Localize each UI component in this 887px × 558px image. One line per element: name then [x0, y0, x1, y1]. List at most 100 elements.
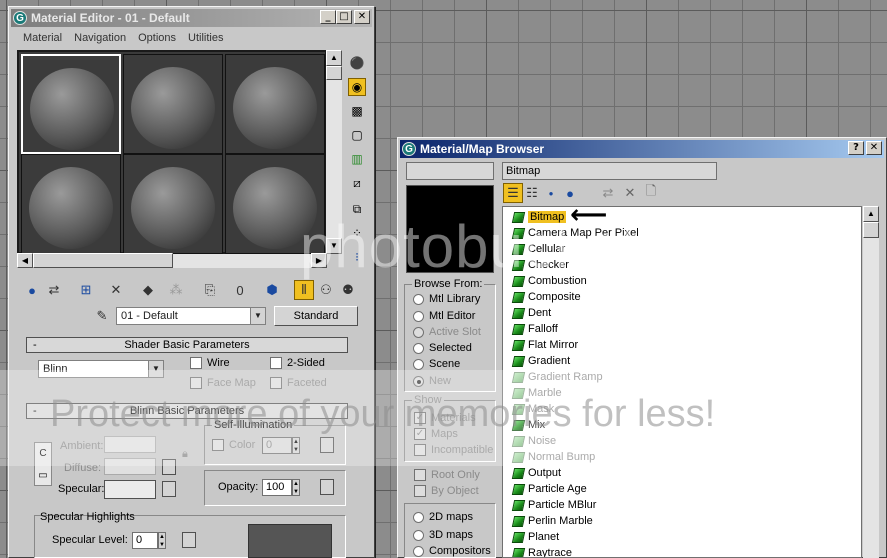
specular-color-swatch[interactable] [104, 480, 156, 499]
put-to-library-icon[interactable]: ⎘ [200, 280, 220, 300]
map-list-item[interactable]: Dent [511, 305, 551, 321]
browse-mtl-library-radio[interactable]: Mtl Library [413, 293, 480, 305]
close-button[interactable]: ✕ [866, 141, 882, 155]
select-by-material-icon[interactable]: ⁘ [348, 224, 366, 242]
map-list-item[interactable]: Particle Age [511, 481, 587, 497]
help-button[interactable]: ? [848, 141, 864, 155]
map-list-item[interactable]: Particle MBlur [511, 497, 596, 513]
map-list-item[interactable]: Planet [511, 529, 559, 545]
map-list-item[interactable]: Composite [511, 289, 581, 305]
browser-name-field[interactable]: Bitmap [502, 162, 717, 180]
map-list-item[interactable]: Marble [511, 385, 562, 401]
view-small-icons-icon[interactable]: ● [541, 183, 561, 203]
close-button[interactable]: ✕ [354, 10, 370, 24]
scroll-thumb[interactable] [326, 66, 342, 80]
two-sided-checkbox[interactable]: 2-Sided [270, 357, 325, 369]
ambient-color-swatch[interactable] [104, 436, 156, 453]
show-maps-checkbox[interactable]: Maps [414, 428, 458, 440]
slots-horizontal-scrollbar[interactable]: ◀ ▶ [17, 253, 327, 268]
map-list-item[interactable]: Falloff [511, 321, 558, 337]
clear-library-icon[interactable]: 🗋︎ [641, 183, 661, 203]
sample-slot[interactable] [225, 54, 325, 154]
menu-utilities[interactable]: Utilities [188, 32, 223, 44]
specular-level-spinner[interactable]: ▲ ▼ [158, 532, 166, 549]
sample-type-icon[interactable]: ⚫ [348, 54, 366, 72]
color-lock-bracket[interactable]: C ▭ [34, 442, 52, 486]
reset-map-icon[interactable]: ✕ [106, 280, 126, 300]
map-list-item[interactable]: Normal Bump [511, 449, 595, 465]
sample-slot[interactable] [21, 54, 121, 154]
map-list-item[interactable]: Gradient Ramp [511, 369, 603, 385]
specular-level-field[interactable]: 0 [132, 532, 158, 549]
browse-scene-radio[interactable]: Scene [413, 358, 460, 370]
opacity-map-button[interactable] [320, 479, 334, 495]
browse-active-slot-radio[interactable]: Active Slot [413, 326, 481, 338]
get-material-icon[interactable]: ● [22, 280, 42, 300]
scroll-left-arrow[interactable]: ◀ [17, 253, 33, 268]
menu-options[interactable]: Options [138, 32, 176, 44]
minimize-button[interactable]: _ [320, 10, 336, 24]
make-unique-icon[interactable]: ⁂ [166, 280, 186, 300]
opacity-spinner[interactable]: ▲ ▼ [292, 479, 300, 496]
map-list-item[interactable]: Bitmap [511, 209, 567, 225]
map-type-3d-radio[interactable]: 3D maps [413, 529, 473, 541]
map-list-item[interactable]: Combustion [511, 273, 587, 289]
map-list-item[interactable]: Output [511, 465, 561, 481]
map-list-item[interactable]: Checker [511, 257, 569, 273]
maximize-button[interactable]: □ [336, 10, 352, 24]
show-map-in-viewport-icon[interactable]: ⬢ [262, 280, 282, 300]
material-editor-titlebar[interactable]: G Material Editor - 01 - Default _ □ ✕ [11, 9, 372, 27]
make-preview-icon[interactable]: ⧄ [348, 174, 366, 192]
go-to-parent-icon[interactable]: ⚇ [316, 280, 336, 300]
map-list-item[interactable]: Noise [511, 433, 556, 449]
map-list-scrollbar[interactable]: ▲ [863, 206, 879, 558]
self-illum-color-checkbox[interactable]: Color [212, 439, 255, 451]
scroll-thumb[interactable] [33, 253, 173, 268]
diffuse-color-swatch[interactable] [104, 458, 156, 475]
browse-selected-radio[interactable]: Selected [413, 342, 472, 354]
material-type-button[interactable]: Standard [274, 306, 358, 326]
self-illum-value-field[interactable]: 0 [262, 437, 292, 454]
map-list-item[interactable]: Gradient [511, 353, 570, 369]
backlight-icon[interactable]: ◉ [348, 78, 366, 96]
face-map-checkbox[interactable]: Face Map [190, 377, 256, 389]
assign-material-icon[interactable]: ⊞ [76, 280, 96, 300]
sample-slot[interactable] [123, 154, 223, 254]
browse-new-radio[interactable]: New [413, 375, 451, 387]
browse-mtl-editor-radio[interactable]: Mtl Editor [413, 310, 475, 322]
map-list-item[interactable]: Mask [511, 401, 554, 417]
shader-rollout-header[interactable]: - Shader Basic Parameters [26, 337, 348, 353]
scroll-up-arrow[interactable]: ▲ [326, 50, 342, 66]
map-list-item[interactable]: Cellular [511, 241, 565, 257]
go-forward-to-sibling-icon[interactable]: ⚉ [338, 280, 358, 300]
view-list-icons-icon[interactable]: ☷ [522, 183, 542, 203]
material-name-dropdown[interactable]: 01 - Default ▼ [116, 307, 266, 325]
options-icon[interactable]: ⧉ [348, 200, 366, 218]
menu-material[interactable]: Material [23, 32, 62, 44]
delete-from-library-icon[interactable]: ✕ [620, 183, 640, 203]
browser-search-field[interactable] [406, 162, 494, 180]
pick-material-from-object-icon[interactable]: ✎ [92, 306, 112, 326]
make-material-copy-icon[interactable]: ◆ [138, 280, 158, 300]
map-list-item[interactable]: Raytrace [511, 545, 572, 557]
specular-level-map-button[interactable] [182, 532, 196, 548]
show-incompatible-checkbox[interactable]: Incompatible [414, 444, 493, 456]
view-list-icon[interactable]: ☰ [503, 183, 523, 203]
specular-map-button[interactable] [162, 481, 176, 497]
by-object-checkbox[interactable]: By Object [414, 485, 479, 497]
map-type-compositors-radio[interactable]: Compositors [413, 545, 491, 557]
video-color-check-icon[interactable]: ▥ [348, 150, 366, 168]
material-map-navigator-icon[interactable]: ⁝ [348, 248, 366, 266]
shader-type-dropdown[interactable]: Blinn ▼ [38, 360, 164, 378]
sample-uv-tiling-icon[interactable]: ▢ [348, 126, 366, 144]
browser-titlebar[interactable]: G Material/Map Browser ? ✕ [400, 140, 884, 158]
self-illum-spinner[interactable]: ▲ ▼ [292, 437, 300, 454]
material-effects-channel-icon[interactable]: 0 [230, 280, 250, 300]
blinn-rollout-header[interactable]: - Blinn Basic Parameters [26, 403, 348, 419]
sample-slot[interactable] [21, 154, 121, 254]
lock-icon[interactable]: 🔒︎ [182, 448, 188, 461]
map-list-item[interactable]: Mix [511, 417, 545, 433]
show-end-result-icon[interactable]: ⫴ [294, 280, 314, 300]
menu-navigation[interactable]: Navigation [74, 32, 126, 44]
diffuse-map-button[interactable] [162, 459, 176, 475]
